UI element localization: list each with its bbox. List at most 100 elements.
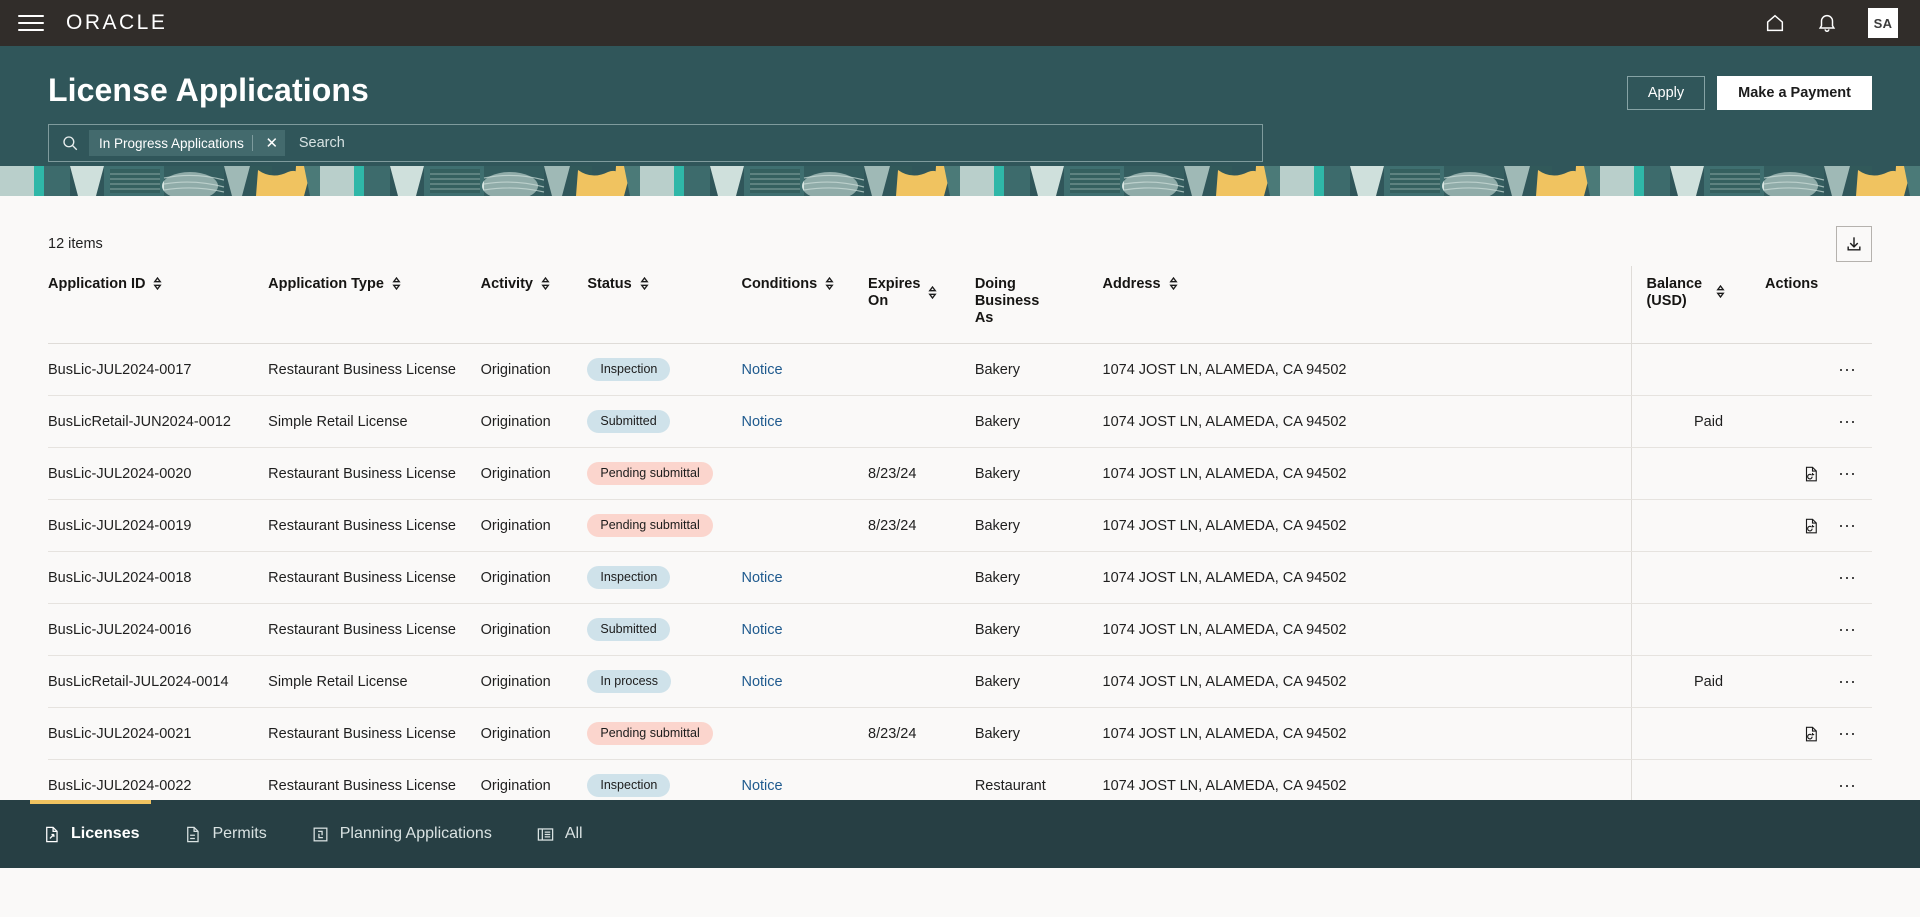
cell-doing-business-as: Bakery: [975, 708, 1103, 760]
column-header-conditions[interactable]: Conditions: [741, 266, 868, 344]
column-label: Address: [1103, 276, 1161, 293]
conditions-notice-link[interactable]: Notice: [741, 362, 782, 378]
status-badge: Submitted: [587, 410, 669, 433]
resume-application-icon[interactable]: [1802, 725, 1820, 743]
column-header-address[interactable]: Address: [1103, 266, 1632, 344]
table-row[interactable]: BusLic-JUL2024-0017Restaurant Business L…: [48, 344, 1872, 396]
make-a-payment-button[interactable]: Make a Payment: [1717, 76, 1872, 110]
cell-activity: Origination: [481, 500, 588, 552]
cell-activity: Origination: [481, 344, 588, 396]
table-row[interactable]: BusLic-JUL2024-0016Restaurant Business L…: [48, 604, 1872, 656]
row-actions-menu-icon[interactable]: ⋯: [1838, 469, 1858, 479]
cell-expires-on: [868, 344, 975, 396]
search-filter-chip[interactable]: In Progress Applications ✕: [89, 130, 285, 156]
table-row[interactable]: BusLicRetail-JUN2024-0012Simple Retail L…: [48, 396, 1872, 448]
sort-icon[interactable]: [391, 277, 402, 294]
nav-item-label: Permits: [212, 825, 266, 843]
cell-actions: ⋯: [1753, 552, 1872, 604]
search-input[interactable]: [299, 135, 1250, 151]
page-title: License Applications: [48, 70, 369, 110]
nav-item-planning-applications[interactable]: Planning Applications: [289, 800, 514, 868]
cell-status: Pending submittal: [587, 708, 741, 760]
cell-application-type: Simple Retail License: [268, 656, 480, 708]
table-row[interactable]: BusLicRetail-JUL2024-0014Simple Retail L…: [48, 656, 1872, 708]
resume-application-icon[interactable]: [1802, 465, 1820, 483]
column-header-expires-on[interactable]: Expires On: [868, 266, 975, 344]
cell-doing-business-as: Bakery: [975, 656, 1103, 708]
row-actions-menu-icon[interactable]: ⋯: [1838, 677, 1858, 687]
applications-table: Application ID Application Type Activity: [48, 266, 1872, 864]
row-actions-menu-icon[interactable]: ⋯: [1838, 521, 1858, 531]
row-actions-menu-icon[interactable]: ⋯: [1838, 625, 1858, 635]
resume-application-icon[interactable]: [1802, 517, 1820, 535]
table-row[interactable]: BusLic-JUL2024-0021Restaurant Business L…: [48, 708, 1872, 760]
sort-icon[interactable]: [927, 286, 938, 303]
conditions-notice-link[interactable]: Notice: [741, 414, 782, 430]
cell-application-id: BusLicRetail-JUN2024-0012: [48, 396, 268, 448]
hamburger-icon[interactable]: [18, 12, 44, 34]
nav-item-licenses[interactable]: Licenses: [20, 800, 161, 868]
cell-actions: ⋯: [1753, 396, 1872, 448]
row-actions-menu-icon[interactable]: ⋯: [1838, 417, 1858, 427]
row-actions-menu-icon[interactable]: ⋯: [1838, 729, 1858, 739]
column-header-activity[interactable]: Activity: [481, 266, 588, 344]
conditions-notice-link[interactable]: Notice: [741, 570, 782, 586]
cell-status: Pending submittal: [587, 448, 741, 500]
list-toolbar: 12 items: [48, 196, 1872, 266]
cell-conditions: [741, 448, 868, 500]
cell-conditions: Notice: [741, 656, 868, 708]
cell-activity: Origination: [481, 448, 588, 500]
column-header-balance[interactable]: Balance (USD): [1632, 266, 1753, 344]
column-header-actions: Actions: [1753, 266, 1872, 344]
row-actions-menu-icon[interactable]: ⋯: [1838, 781, 1858, 791]
conditions-notice-link[interactable]: Notice: [741, 674, 782, 690]
cell-address: 1074 JOST LN, ALAMEDA, CA 94502: [1103, 604, 1632, 656]
table-row[interactable]: BusLic-JUL2024-0019Restaurant Business L…: [48, 500, 1872, 552]
bell-icon[interactable]: [1812, 8, 1842, 38]
avatar[interactable]: SA: [1868, 8, 1898, 38]
cell-conditions: Notice: [741, 604, 868, 656]
cell-expires-on: [868, 656, 975, 708]
apply-button[interactable]: Apply: [1627, 76, 1705, 110]
sort-icon[interactable]: [152, 277, 163, 294]
sort-icon[interactable]: [1168, 277, 1179, 294]
cell-application-type: Restaurant Business License: [268, 552, 480, 604]
cell-status: Submitted: [587, 396, 741, 448]
status-badge: Inspection: [587, 774, 670, 797]
row-actions-menu-icon[interactable]: ⋯: [1838, 573, 1858, 583]
column-label: Expires On: [868, 276, 920, 310]
cell-actions: ⋯: [1753, 708, 1872, 760]
nav-item-all[interactable]: All: [514, 800, 605, 868]
cell-balance: [1632, 604, 1753, 656]
cell-actions: ⋯: [1753, 448, 1872, 500]
nav-item-permits[interactable]: Permits: [161, 800, 288, 868]
search-bar[interactable]: In Progress Applications ✕: [48, 124, 1263, 162]
download-icon[interactable]: [1836, 226, 1872, 262]
conditions-notice-link[interactable]: Notice: [741, 778, 782, 794]
table-header-row: Application ID Application Type Activity: [48, 266, 1872, 344]
cell-conditions: Notice: [741, 396, 868, 448]
table-row[interactable]: BusLic-JUL2024-0020Restaurant Business L…: [48, 448, 1872, 500]
column-header-application-type[interactable]: Application Type: [268, 266, 480, 344]
cell-expires-on: [868, 552, 975, 604]
cell-conditions: Notice: [741, 552, 868, 604]
sort-icon[interactable]: [540, 277, 551, 294]
sort-icon[interactable]: [1715, 285, 1726, 302]
column-header-doing-business-as: Doing Business As: [975, 266, 1103, 344]
sort-icon[interactable]: [824, 277, 835, 294]
status-badge: Pending submittal: [587, 462, 712, 485]
close-icon[interactable]: ✕: [261, 132, 283, 154]
item-count: 12 items: [48, 236, 103, 252]
status-badge: Pending submittal: [587, 722, 712, 745]
sort-icon[interactable]: [639, 277, 650, 294]
cell-doing-business-as: Bakery: [975, 604, 1103, 656]
column-header-status[interactable]: Status: [587, 266, 741, 344]
table-row[interactable]: BusLic-JUL2024-0018Restaurant Business L…: [48, 552, 1872, 604]
conditions-notice-link[interactable]: Notice: [741, 622, 782, 638]
column-header-application-id[interactable]: Application ID: [48, 266, 268, 344]
row-actions-menu-icon[interactable]: ⋯: [1838, 365, 1858, 375]
cell-activity: Origination: [481, 396, 588, 448]
cell-activity: Origination: [481, 604, 588, 656]
home-icon[interactable]: [1760, 8, 1790, 38]
cell-address: 1074 JOST LN, ALAMEDA, CA 94502: [1103, 396, 1632, 448]
